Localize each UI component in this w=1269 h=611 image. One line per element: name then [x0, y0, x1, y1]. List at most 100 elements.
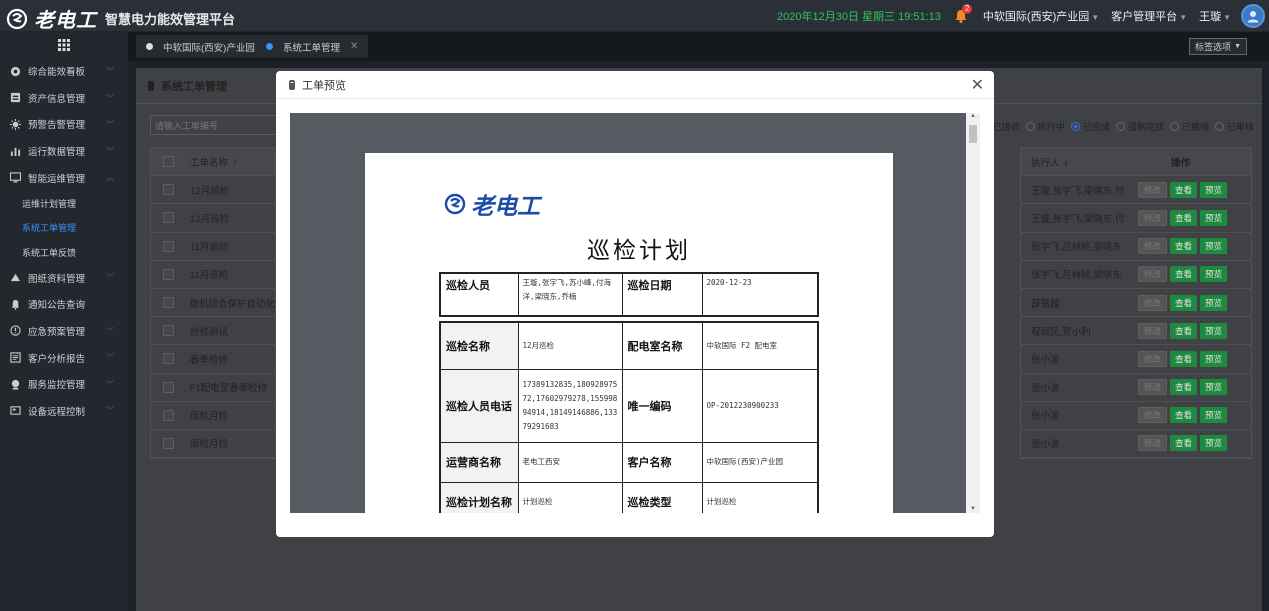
sidebar-item-drawings[interactable]: 图纸资料管理 ﹀: [0, 264, 128, 291]
chevron-down-icon: ▼: [1179, 13, 1188, 22]
filter-force-completed[interactable]: 强制完成: [1115, 120, 1164, 133]
sidebar-subitem-ops-plan[interactable]: 运维计划管理: [0, 191, 128, 216]
view-button[interactable]: 查看: [1170, 266, 1198, 283]
tab-work-orders[interactable]: 系统工单管理 ✕: [256, 35, 369, 58]
scroll-down-icon[interactable]: ▼: [970, 506, 976, 512]
table-row: 11月巡检: [151, 233, 275, 261]
sidebar-item-notices[interactable]: 通知公告查询: [0, 291, 128, 318]
edit-button[interactable]: 修改: [1138, 350, 1168, 367]
row-executor: 张小波: [1031, 354, 1060, 366]
sidebar-item-service-monitor[interactable]: 服务监控管理 ﹀: [0, 371, 128, 398]
label-inspection-date: 巡检日期: [621, 272, 703, 317]
edit-button[interactable]: 修改: [1138, 266, 1168, 283]
edit-button[interactable]: 修改: [1138, 294, 1168, 311]
view-button[interactable]: 查看: [1170, 209, 1198, 226]
client-platform-menu[interactable]: 客户管理平台 ▼: [1111, 8, 1187, 24]
view-button[interactable]: 查看: [1170, 181, 1198, 198]
edit-button[interactable]: 修改: [1138, 407, 1168, 424]
view-button[interactable]: 查看: [1170, 238, 1198, 255]
close-icon[interactable]: ✕: [350, 41, 358, 52]
preview-button[interactable]: 预览: [1200, 350, 1228, 367]
edit-button[interactable]: 修改: [1138, 322, 1168, 339]
view-button[interactable]: 查看: [1170, 350, 1198, 367]
view-button[interactable]: 查看: [1170, 379, 1198, 396]
filter-executing[interactable]: 执行中: [1025, 120, 1065, 133]
tab-org[interactable]: 中软国际(西安)产业园: [136, 35, 265, 58]
row-name: 微机综合保护自动化: [189, 298, 275, 310]
sidebar-item-assets[interactable]: 资产信息管理 ﹀: [0, 85, 128, 112]
search-input[interactable]: 请输入工单编号: [150, 115, 290, 135]
view-button[interactable]: 查看: [1170, 407, 1198, 424]
row-checkbox[interactable]: [163, 381, 174, 393]
preview-button[interactable]: 预览: [1200, 435, 1228, 452]
org-selector[interactable]: 中软国际(西安)产业园 ▼: [983, 8, 1099, 24]
select-all-checkbox[interactable]: [163, 156, 174, 168]
row-name: 检修测试: [190, 326, 229, 338]
preview-button[interactable]: 预览: [1200, 209, 1228, 226]
viewer-scrollbar[interactable]: ▲ ▼: [966, 113, 980, 513]
view-button[interactable]: 查看: [1170, 322, 1198, 339]
preview-button[interactable]: 预览: [1200, 407, 1228, 424]
filter-completed[interactable]: 已完成: [1070, 120, 1110, 133]
table-row: 张小波 修改 查看 预览: [1021, 374, 1251, 402]
preview-button[interactable]: 预览: [1200, 294, 1228, 311]
sidebar-item-remote-control[interactable]: 设备远程控制 ﹀: [0, 397, 128, 424]
edit-button[interactable]: 修改: [1138, 379, 1168, 396]
sidebar-item-emergency[interactable]: 应急预案管理 ﹀: [0, 318, 128, 345]
row-checkbox[interactable]: [163, 325, 174, 337]
label-unique-code: 唯一编码: [621, 368, 703, 443]
view-button[interactable]: 查看: [1170, 435, 1198, 452]
filter-audited[interactable]: 已审核: [1214, 120, 1254, 133]
preview-button[interactable]: 预览: [1200, 181, 1228, 198]
user-name: 王璇: [1199, 11, 1222, 23]
row-checkbox[interactable]: [163, 353, 174, 365]
value-plan-name: 计划巡检: [517, 481, 623, 513]
avatar[interactable]: [1241, 4, 1265, 28]
document-viewer[interactable]: 老电工 巡检计划 巡检人员 王璇,张宇飞,苏小峰,付海洋,梁晓东,乔楠 巡检日期…: [290, 113, 980, 513]
sidebar-item-smart-ops[interactable]: 智能运维管理 ︿: [0, 164, 128, 191]
org-label: 中软国际(西安)产业园: [982, 11, 1090, 23]
edit-button[interactable]: 修改: [1138, 181, 1168, 198]
view-button[interactable]: 查看: [1170, 294, 1198, 311]
sort-icon[interactable]: ⇕: [232, 158, 238, 166]
row-checkbox[interactable]: [163, 212, 174, 224]
edit-button[interactable]: 修改: [1138, 435, 1168, 452]
notification-count: 2: [961, 4, 973, 14]
sidebar-subitem-work-feedback[interactable]: 系统工单反馈: [0, 240, 128, 265]
sidebar-subitem-work-orders[interactable]: 系统工单管理: [0, 215, 128, 240]
value-inspection-name: 12月巡检: [517, 321, 623, 370]
row-name: 周检月检: [190, 411, 229, 423]
sort-icon[interactable]: ⇕: [1064, 161, 1070, 168]
logo-icon: [444, 193, 466, 215]
notification-bell-icon[interactable]: 2: [953, 4, 973, 24]
filter-label: 已完成: [1082, 122, 1110, 132]
scroll-up-icon[interactable]: ▲: [970, 113, 976, 119]
preview-button[interactable]: 预览: [1200, 266, 1228, 283]
sidebar-item-alerts[interactable]: 预警告警管理 ﹀: [0, 111, 128, 138]
row-checkbox[interactable]: [163, 409, 174, 421]
inspection-info-table: 巡检人员 王璇,张宇飞,苏小峰,付海洋,梁晓东,乔楠 巡检日期 2020-12-…: [439, 272, 819, 317]
preview-button[interactable]: 预览: [1200, 238, 1228, 255]
sidebar-item-dashboard[interactable]: 综合能效看板 ﹀: [0, 58, 128, 85]
row-checkbox[interactable]: [163, 268, 174, 280]
preview-button[interactable]: 预览: [1200, 379, 1228, 396]
tab-options-button[interactable]: 标签选项 ▼: [1189, 38, 1247, 55]
sidebar-item-runtime-data[interactable]: 运行数据管理 ﹀: [0, 138, 128, 165]
chevron-down-icon: ▼: [1234, 43, 1241, 50]
brand: 老电工 智慧电力能效管理平台: [6, 4, 235, 33]
menu-grid-icon[interactable]: [0, 32, 128, 58]
row-checkbox[interactable]: [163, 297, 174, 309]
filter-cancelled[interactable]: 已撤销: [1169, 120, 1209, 133]
row-checkbox[interactable]: [163, 240, 174, 252]
row-checkbox[interactable]: [163, 184, 174, 196]
preview-button[interactable]: 预览: [1200, 322, 1228, 339]
chevron-down-icon: ﹀: [106, 379, 114, 389]
row-executor: 程润民,贺小利: [1031, 326, 1091, 338]
user-menu[interactable]: 王璇 ▼: [1199, 8, 1231, 24]
close-icon[interactable]: ✕: [971, 75, 984, 95]
edit-button[interactable]: 修改: [1138, 238, 1168, 255]
scrollbar-thumb[interactable]: [969, 125, 977, 143]
edit-button[interactable]: 修改: [1138, 209, 1168, 226]
sidebar-item-reports[interactable]: 客户分析报告 ﹀: [0, 344, 128, 371]
row-checkbox[interactable]: [163, 437, 174, 449]
